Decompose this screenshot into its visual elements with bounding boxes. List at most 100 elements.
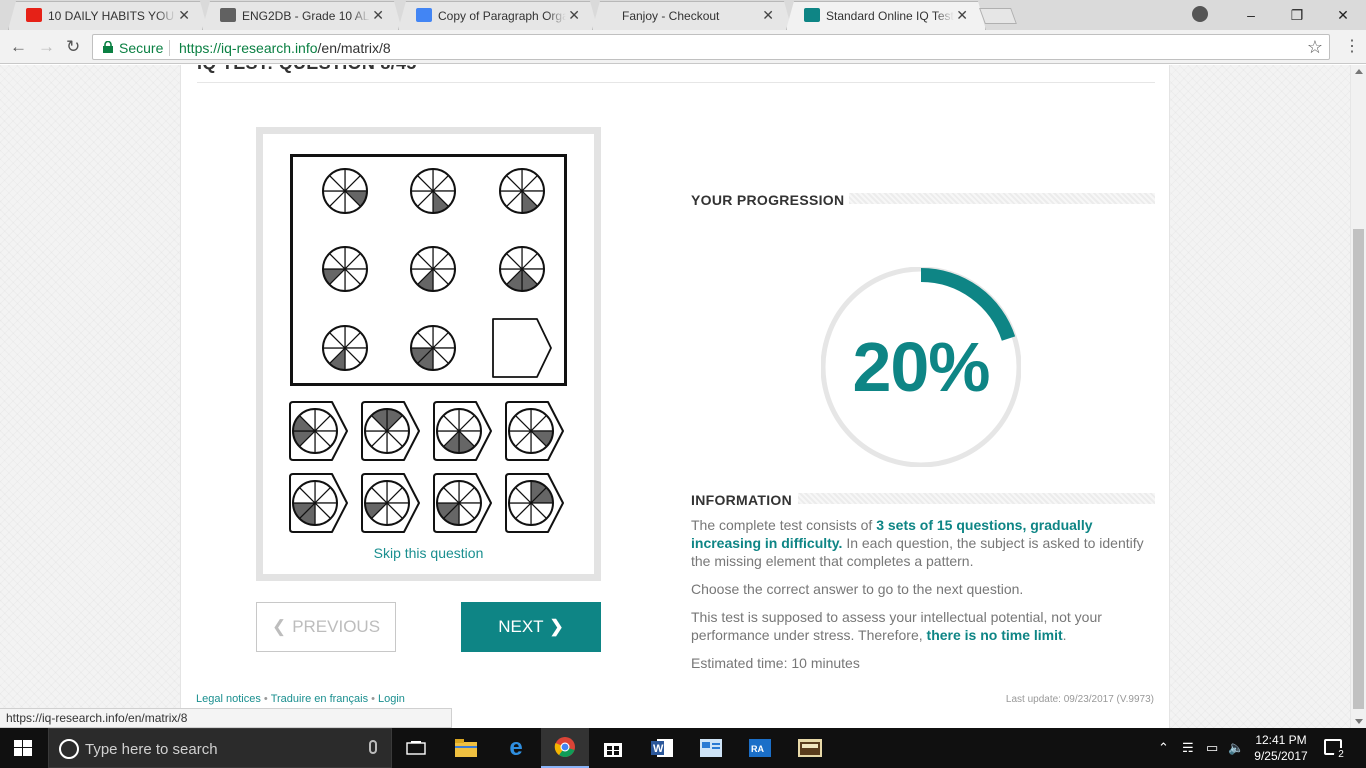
answer-option-wheel — [364, 408, 410, 454]
volume-icon[interactable]: 🔈 — [1228, 740, 1244, 756]
scroll-down-icon[interactable] — [1355, 719, 1363, 724]
answer-option-svg — [433, 473, 492, 533]
restore-icon[interactable]: ❐ — [1274, 7, 1320, 24]
docs-icon — [416, 8, 432, 22]
svg-text:W: W — [653, 743, 664, 755]
matrix-cell-wheel — [322, 325, 368, 371]
notification-count-badge: 2 — [1334, 748, 1348, 762]
wifi-icon[interactable]: ☴ — [1182, 740, 1194, 756]
scrollbar-thumb[interactable] — [1353, 229, 1364, 709]
taskbar-search-box[interactable]: Type here to search — [48, 728, 392, 768]
browser-tab-strip: 10 DAILY HABITS YOU NEED✕ENG2DB - Grade … — [0, 0, 1366, 30]
address-bar[interactable]: Secure https://iq-research.info/en/matri… — [92, 34, 1330, 60]
omnibox-divider — [169, 40, 170, 56]
browser-tab[interactable]: Copy of Paragraph Organizer✕ — [398, 1, 598, 30]
answer-options — [288, 400, 568, 540]
question-title: IQ TEST: QUESTION 8/45 — [197, 65, 417, 74]
info-p1-text: The complete test consists of — [691, 517, 877, 533]
answer-option[interactable] — [360, 400, 422, 462]
url-text: https://iq-research.info/en/matrix/8 — [179, 40, 391, 56]
bookmark-star-icon[interactable]: ☆ — [1307, 37, 1323, 58]
microphone-icon[interactable] — [369, 740, 377, 754]
matrix-grid — [290, 154, 567, 386]
chrome-menu-icon[interactable]: ⋮ — [1344, 38, 1360, 56]
taskbar-clock[interactable]: 12:41 PM 9/25/2017 — [1246, 732, 1316, 764]
answer-option[interactable] — [288, 472, 350, 534]
matrix-cell-wheel — [322, 246, 368, 292]
browser-tab[interactable]: ENG2DB - Grade 10 ALP ✕ — [202, 1, 402, 30]
tab-title: Fanjoy - Checkout — [622, 9, 720, 23]
answer-option-svg — [361, 401, 420, 461]
answer-option[interactable] — [360, 472, 422, 534]
battery-icon[interactable]: ▭ — [1206, 740, 1218, 756]
clock-time: 12:41 PM — [1255, 733, 1307, 747]
chevron-right-icon: ❯ — [549, 617, 564, 636]
page-scrollbar[interactable] — [1350, 65, 1366, 728]
file-explorer-icon[interactable] — [442, 728, 490, 768]
answer-option-svg — [361, 473, 420, 533]
photos-app-icon[interactable] — [786, 728, 834, 768]
answer-option-wheel — [292, 480, 338, 526]
scroll-up-icon[interactable] — [1355, 69, 1363, 74]
chrome-taskbar-icon[interactable] — [541, 728, 589, 768]
cortana-icon — [59, 739, 79, 759]
answer-option[interactable] — [432, 472, 494, 534]
reload-icon[interactable]: ↻ — [66, 38, 80, 56]
profile-icon[interactable] — [1192, 6, 1208, 22]
window-controls: – ❐ ✕ — [1228, 0, 1366, 30]
tab-close-icon[interactable]: ✕ — [372, 7, 384, 23]
puzzle-frame: Skip this question — [256, 127, 601, 581]
answer-option[interactable] — [504, 472, 566, 534]
windows-taskbar: Type here to search e W RA ⌃ ☴ ▭ 🔈 12:41… — [0, 728, 1366, 768]
info-p3-highlight: there is no time limit — [926, 627, 1063, 643]
login-link[interactable]: Login — [378, 693, 405, 705]
answer-option[interactable] — [432, 400, 494, 462]
matrix-cell-wheel — [499, 246, 545, 292]
edge-browser-icon[interactable]: e — [492, 728, 540, 768]
skip-question-link[interactable]: Skip this question — [263, 545, 594, 561]
new-tab-button[interactable] — [979, 8, 1017, 24]
forward-icon[interactable]: → — [38, 38, 55, 56]
matrix-cell-wheel — [410, 325, 456, 371]
legal-notices-link[interactable]: Legal notices — [196, 693, 261, 705]
url-host: iq-research.info — [221, 40, 318, 56]
minimize-icon[interactable]: – — [1228, 7, 1274, 23]
windows-start-icon[interactable] — [14, 740, 32, 756]
translate-french-link[interactable]: Traduire en français — [271, 693, 368, 705]
browser-tab[interactable]: 10 DAILY HABITS YOU NEED✕ — [8, 1, 208, 30]
secure-label: Secure — [119, 40, 164, 56]
app-taskbar-icon[interactable]: RA — [736, 728, 784, 768]
tab-title: ENG2DB - Grade 10 ALP — [242, 9, 370, 23]
next-button[interactable]: NEXT ❯ — [461, 602, 601, 652]
youtube-icon — [26, 8, 42, 22]
tab-close-icon[interactable]: ✕ — [568, 7, 580, 23]
tab-close-icon[interactable]: ✕ — [178, 7, 190, 23]
close-window-icon[interactable]: ✕ — [1320, 7, 1366, 24]
url-scheme: https:// — [179, 40, 222, 56]
answer-option-svg — [289, 401, 348, 461]
answer-option[interactable] — [504, 400, 566, 462]
answer-option-wheel — [436, 480, 482, 526]
tab-title: 10 DAILY HABITS YOU NEED — [48, 9, 176, 23]
matrix-svg — [322, 168, 552, 378]
browser-tab[interactable]: Fanjoy - Checkout ✕ — [592, 1, 792, 30]
control-panel-icon[interactable] — [687, 728, 735, 768]
previous-label: PREVIOUS — [292, 617, 381, 636]
answer-option-wheel — [364, 480, 410, 526]
show-hidden-icons[interactable]: ⌃ — [1158, 740, 1169, 756]
lock-icon — [103, 41, 113, 53]
store-icon[interactable] — [589, 728, 637, 768]
matrix-cell-wheel — [410, 168, 456, 214]
tab-close-icon[interactable]: ✕ — [956, 7, 968, 23]
chevron-left-icon: ❮ — [271, 617, 287, 636]
back-icon[interactable]: ← — [10, 38, 27, 56]
answer-option-svg — [505, 401, 564, 461]
word-icon[interactable]: W — [638, 728, 686, 768]
previous-button[interactable]: ❮ PREVIOUS — [256, 602, 396, 652]
tab-close-icon[interactable]: ✕ — [762, 7, 774, 23]
clock-date: 9/25/2017 — [1254, 749, 1308, 763]
browser-tab[interactable]: Standard Online IQ Test | ✕ — [786, 1, 986, 30]
last-update-text: Last update: 09/23/2017 (V.9973) — [1005, 694, 1154, 705]
task-view-icon[interactable] — [392, 728, 440, 768]
answer-option[interactable] — [288, 400, 350, 462]
